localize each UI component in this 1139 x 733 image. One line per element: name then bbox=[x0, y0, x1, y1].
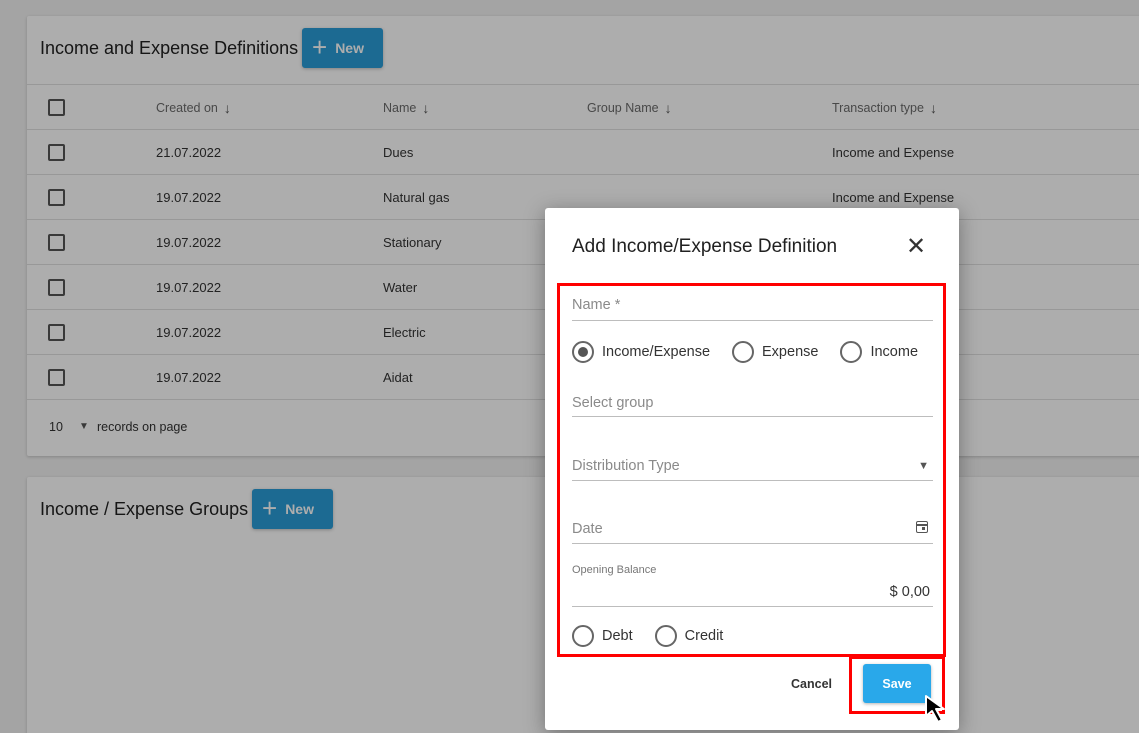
cancel-button[interactable]: Cancel bbox=[791, 677, 832, 691]
add-definition-dialog: Add Income/Expense Definition ✕ Name * I… bbox=[545, 208, 959, 730]
mouse-cursor-icon bbox=[925, 695, 945, 723]
close-icon[interactable]: ✕ bbox=[906, 235, 926, 259]
form-highlight-box bbox=[557, 283, 946, 657]
dialog-title: Add Income/Expense Definition bbox=[572, 236, 838, 257]
